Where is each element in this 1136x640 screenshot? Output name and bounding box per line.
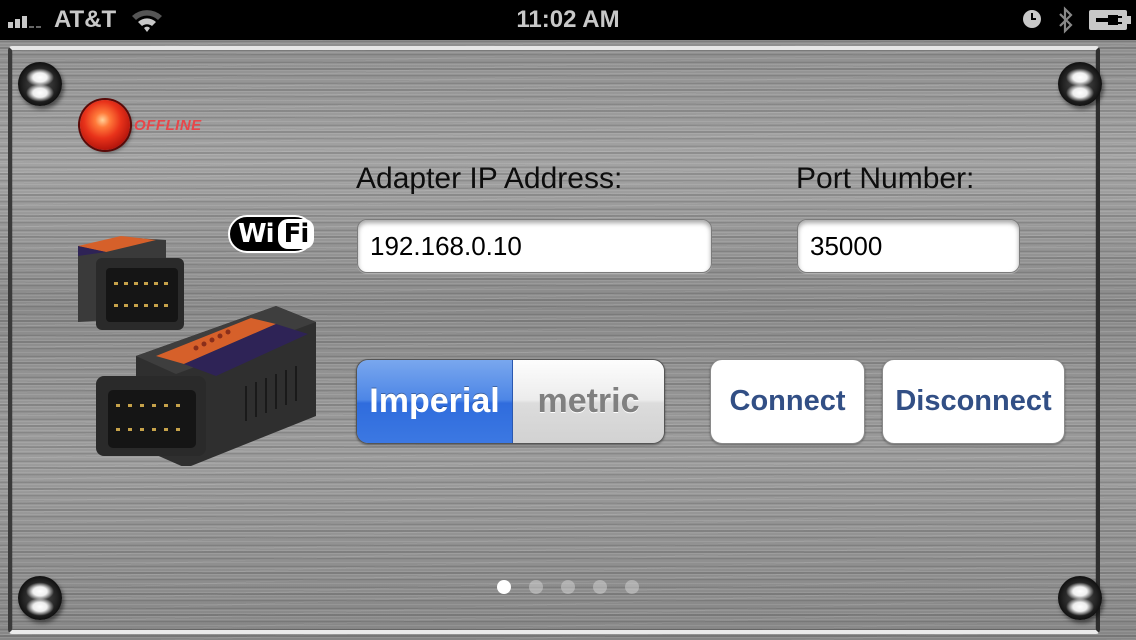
screw-icon <box>1058 62 1102 106</box>
status-led-icon <box>80 100 130 150</box>
screw-icon <box>1058 576 1102 620</box>
screw-icon <box>18 576 62 620</box>
status-bar: AT&T 11:02 AM <box>0 0 1136 40</box>
clock-icon <box>1023 10 1041 28</box>
bluetooth-icon <box>1059 6 1073 34</box>
connect-button[interactable]: Connect <box>710 359 865 444</box>
page-dot[interactable] <box>561 580 575 594</box>
ip-address-label: Adapter IP Address: <box>356 162 623 195</box>
wifi-logo-fi: Fi <box>277 219 315 249</box>
port-number-input[interactable] <box>797 219 1020 273</box>
connection-status-label: OFFLINE <box>134 117 202 134</box>
page-indicator[interactable] <box>497 580 639 594</box>
disconnect-button[interactable]: Disconnect <box>882 359 1065 444</box>
page-dot[interactable] <box>625 580 639 594</box>
page-dot[interactable] <box>593 580 607 594</box>
screw-icon <box>18 62 62 106</box>
wifi-logo-wi: Wi <box>238 219 275 249</box>
port-number-label: Port Number: <box>796 162 975 195</box>
wifi-logo-badge: Wi Fi <box>228 215 315 253</box>
adapter-back-unit <box>78 236 184 330</box>
clock-time: 11:02 AM <box>516 6 620 33</box>
ip-address-input[interactable] <box>357 219 712 273</box>
units-segmented-control: Imperial metric <box>356 359 665 444</box>
page-dot[interactable] <box>497 580 511 594</box>
units-option-metric[interactable]: metric <box>513 360 664 443</box>
battery-charging-icon <box>1089 10 1131 30</box>
page-dot[interactable] <box>529 580 543 594</box>
units-option-imperial[interactable]: Imperial <box>357 360 513 443</box>
